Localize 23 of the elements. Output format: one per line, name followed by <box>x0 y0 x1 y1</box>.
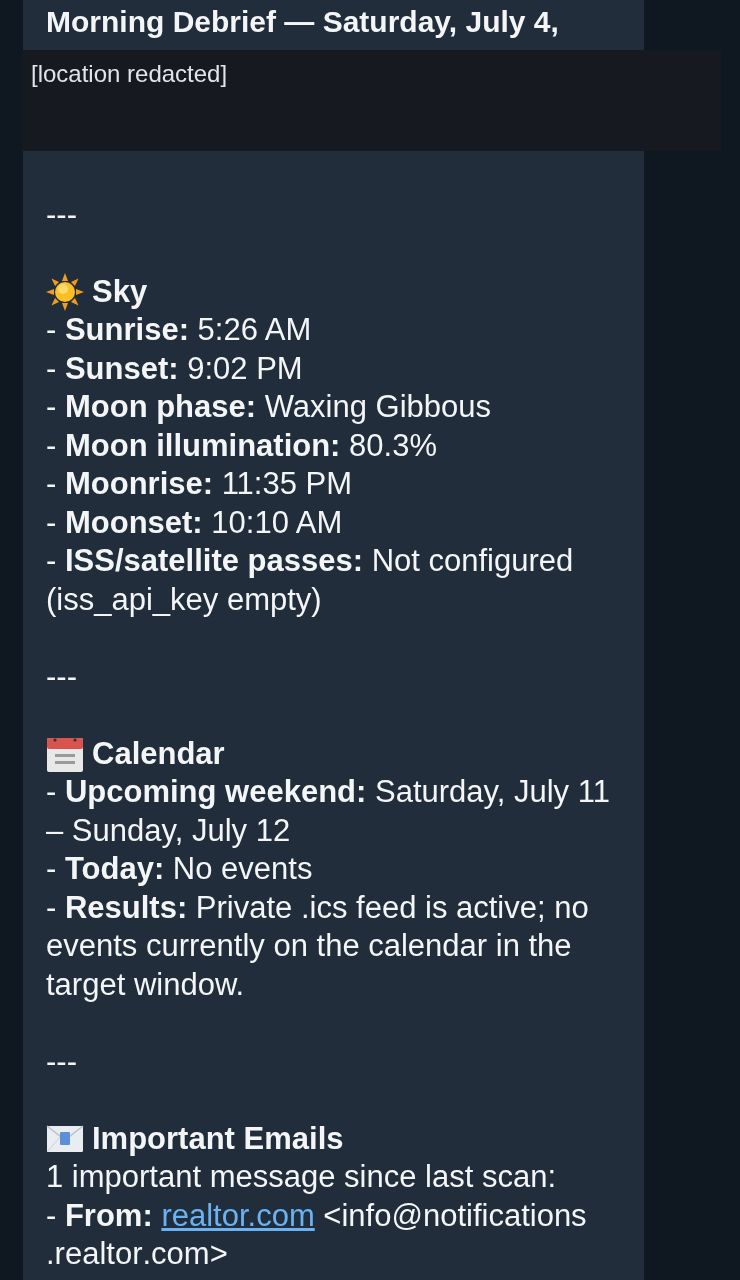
list-item-text: - Sunset: 9:02 PM <box>46 349 304 388</box>
section-heading: Sky <box>92 272 148 311</box>
envelope-icon <box>46 1124 84 1153</box>
separator-text: --- <box>46 657 78 696</box>
redaction-label: [location redacted] <box>31 59 228 89</box>
section-heading: Important Emails <box>92 1119 344 1158</box>
separator-text: --- <box>46 1042 78 1081</box>
list-item-text: - Moonrise: 11:35 PM <box>46 465 354 503</box>
list-item-text: - ISS/satellite passes: Not configured (iss_api_key empty) <box>46 542 575 619</box>
separator-text: --- <box>46 195 78 234</box>
list-item-text: - Moon illumination: 80.3% <box>46 426 438 465</box>
list-item-text: - Moon phase: Waxing Gibbous <box>46 388 493 426</box>
body-text: 1 important message since last scan: <box>46 1158 558 1196</box>
list-item-text: - Today: No events <box>46 850 314 888</box>
sender-link[interactable]: realtor.com <box>161 1197 315 1233</box>
message-title: Morning Debrief — Saturday, July 4, <box>46 4 560 40</box>
sun-icon <box>46 272 84 311</box>
list-item-text: - Results: Private .ics feed is active; no events currently on the calendar in the target window. <box>46 888 590 1004</box>
list-item-text: - From: realtor.com <info@notifications.realtor.com> <box>46 1196 588 1273</box>
list-item-text: - Moonset: 10:10 AM <box>46 503 344 542</box>
list-item-text: - Sunrise: 5:26 AM <box>46 311 313 349</box>
list-item-text: - Upcoming weekend: Saturday, July 11 – Sunday, July 12 <box>46 773 611 850</box>
section-heading: Calendar <box>92 734 225 773</box>
